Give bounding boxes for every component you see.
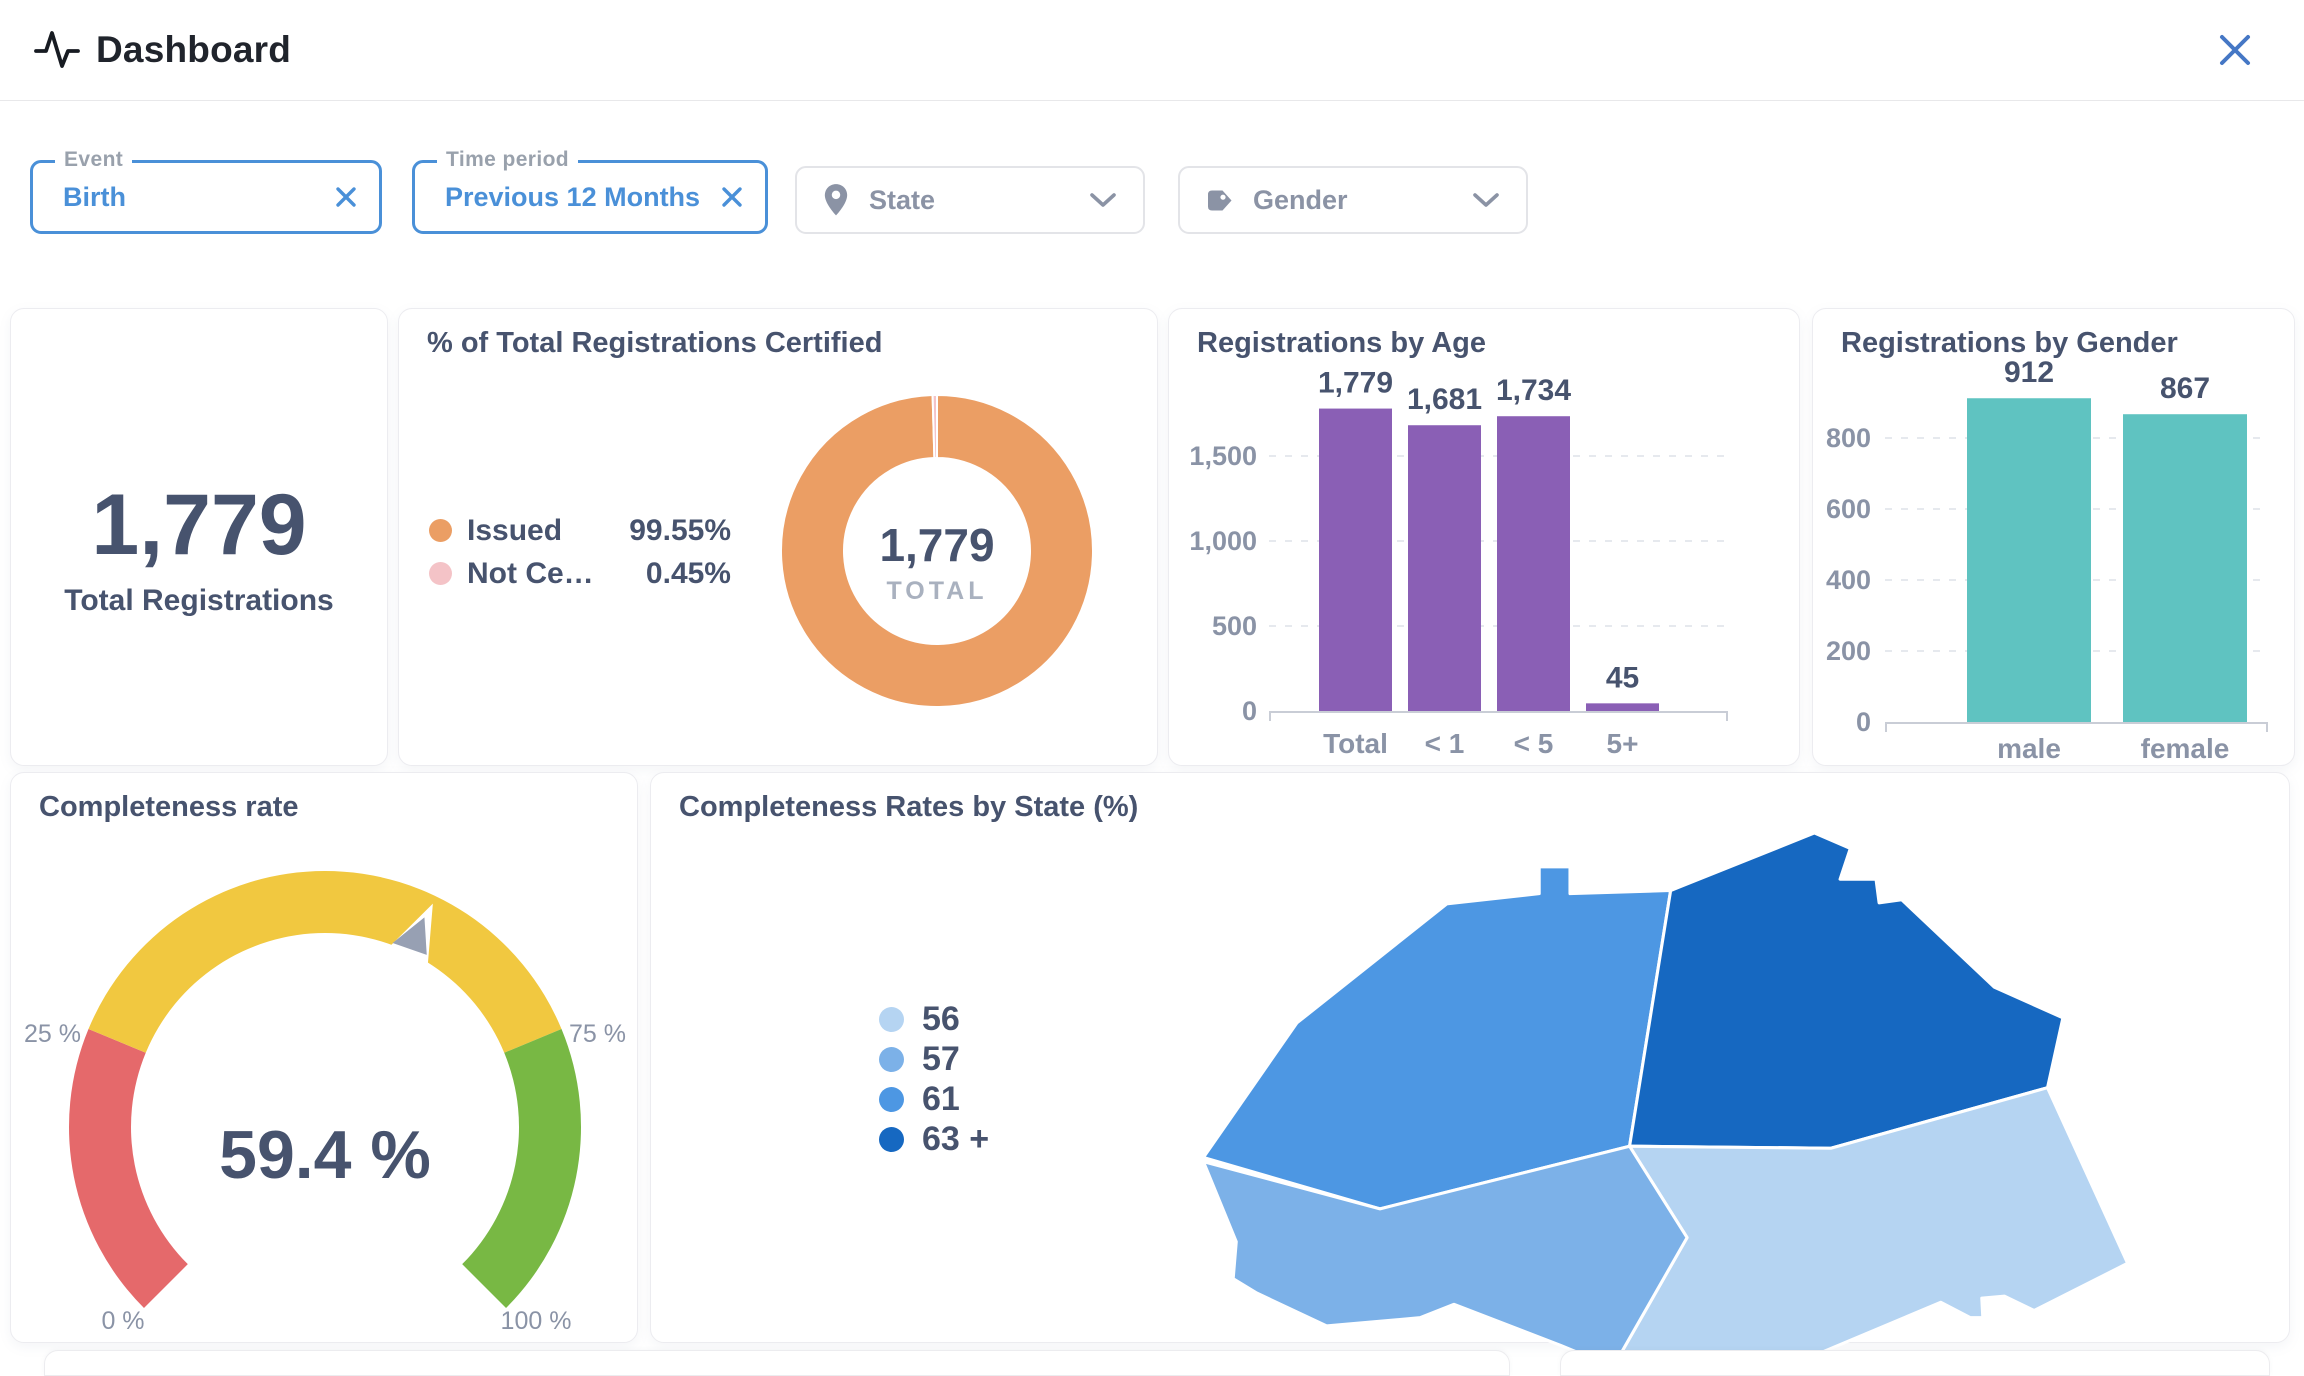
map-legend-dot-63plus [879, 1127, 904, 1152]
filter-chip-event-value: Birth [63, 182, 126, 213]
state-choropleth-map [1203, 833, 2128, 1367]
map-legend-dot-61 [879, 1087, 904, 1112]
map-legend-label-56: 56 [922, 1000, 960, 1039]
gender-dropdown-label: Gender [1253, 185, 1348, 216]
page-title: Dashboard [96, 29, 291, 71]
map-legend-item-61[interactable]: 61 [879, 1079, 989, 1119]
svg-text:0: 0 [1242, 696, 1257, 726]
card-total-registrations: 1,779 Total Registrations [10, 308, 388, 766]
map-card-title: Completeness Rates by State (%) [679, 791, 1138, 824]
map-legend-dot-56 [879, 1007, 904, 1032]
close-icon [2216, 31, 2254, 69]
svg-text:500: 500 [1212, 611, 1257, 641]
svg-text:400: 400 [1826, 565, 1871, 595]
gauge-tick-0: 0 % [95, 1307, 151, 1336]
map-legend-label-63plus: 63 + [922, 1120, 989, 1159]
filter-chip-time-label: Time period [437, 148, 578, 172]
gender-bar-chart: 0 200 400 600 800 912 male 867 female [1813, 309, 2296, 767]
map-legend-dot-57 [879, 1047, 904, 1072]
svg-text:1,734: 1,734 [1496, 374, 1571, 407]
age-bar-chart: 0 500 1,000 1,500 1,779 Total 1,681 < 1 1,734 < 5… [1169, 309, 1801, 767]
completeness-gauge-chart [11, 773, 639, 1344]
clear-time-filter-icon[interactable] [721, 186, 743, 208]
svg-text:0: 0 [1856, 707, 1871, 737]
svg-text:1,779: 1,779 [1318, 367, 1393, 400]
svg-text:800: 800 [1826, 423, 1871, 453]
svg-text:45: 45 [1606, 661, 1639, 694]
card-registrations-by-gender: Registrations by Gender 0200400600800912… [1812, 308, 2295, 766]
clear-event-filter-icon[interactable] [335, 186, 357, 208]
card-completeness-rate: Completeness rate 59.4 % 0 % 25 % 75 % 1… [10, 772, 638, 1343]
gauge-tick-100: 100 % [497, 1307, 575, 1336]
svg-text:< 1: < 1 [1425, 728, 1465, 759]
chevron-down-icon [1472, 192, 1500, 209]
certified-donut-chart: 1,779 TOTAL [399, 309, 1159, 767]
header: Dashboard [0, 0, 2304, 101]
map-legend-label-57: 57 [922, 1040, 960, 1079]
gender-dropdown[interactable]: Gender [1178, 166, 1528, 234]
svg-text:912: 912 [2004, 356, 2054, 389]
filter-chip-event-label: Event [55, 148, 132, 172]
svg-text:5+: 5+ [1607, 728, 1639, 759]
filter-chip-event[interactable]: Event Birth [30, 160, 382, 234]
map-legend-item-56[interactable]: 56 [879, 999, 989, 1039]
filter-chip-time-period[interactable]: Time period Previous 12 Months [412, 160, 768, 234]
map-legend: 56 57 61 63 + [879, 999, 989, 1159]
svg-text:1,000: 1,000 [1189, 526, 1257, 556]
map-legend-item-63plus[interactable]: 63 + [879, 1119, 989, 1159]
gauge-tick-25: 25 % [11, 1020, 81, 1049]
svg-text:TOTAL: TOTAL [886, 577, 987, 605]
card-certified-donut: % of Total Registrations Certified Issue… [398, 308, 1158, 766]
state-dropdown-label: State [869, 185, 935, 216]
map-legend-item-57[interactable]: 57 [879, 1039, 989, 1079]
state-dropdown[interactable]: State [795, 166, 1145, 234]
tag-icon [1206, 189, 1233, 212]
partial-card-bottom-left [44, 1350, 1510, 1376]
card-registrations-by-age: Registrations by Age 05001,0001,5001,779… [1168, 308, 1800, 766]
partial-card-bottom-right [1560, 1350, 2270, 1376]
svg-text:1,500: 1,500 [1189, 441, 1257, 471]
svg-text:1,779: 1,779 [879, 519, 994, 571]
pulse-icon [34, 28, 80, 72]
svg-text:867: 867 [2160, 372, 2210, 405]
gauge-value: 59.4 % [11, 1116, 639, 1194]
card-completeness-by-state: Completeness Rates by State (%) 56 57 61… [650, 772, 2290, 1343]
gauge-tick-75: 75 % [569, 1020, 626, 1049]
svg-text:male: male [1997, 733, 2061, 764]
svg-text:600: 600 [1826, 494, 1871, 524]
filter-chip-time-value: Previous 12 Months [445, 182, 700, 213]
chevron-down-icon [1089, 192, 1117, 209]
svg-text:Total: Total [1323, 728, 1388, 759]
svg-text:1,681: 1,681 [1407, 383, 1482, 416]
svg-text:200: 200 [1826, 636, 1871, 666]
total-registrations-label: Total Registrations [64, 584, 333, 618]
svg-text:< 5: < 5 [1514, 728, 1554, 759]
map-legend-label-61: 61 [922, 1080, 960, 1119]
close-button[interactable] [2216, 31, 2254, 69]
location-pin-icon [823, 183, 849, 217]
svg-text:female: female [2141, 733, 2230, 764]
total-registrations-value: 1,779 [91, 482, 306, 568]
